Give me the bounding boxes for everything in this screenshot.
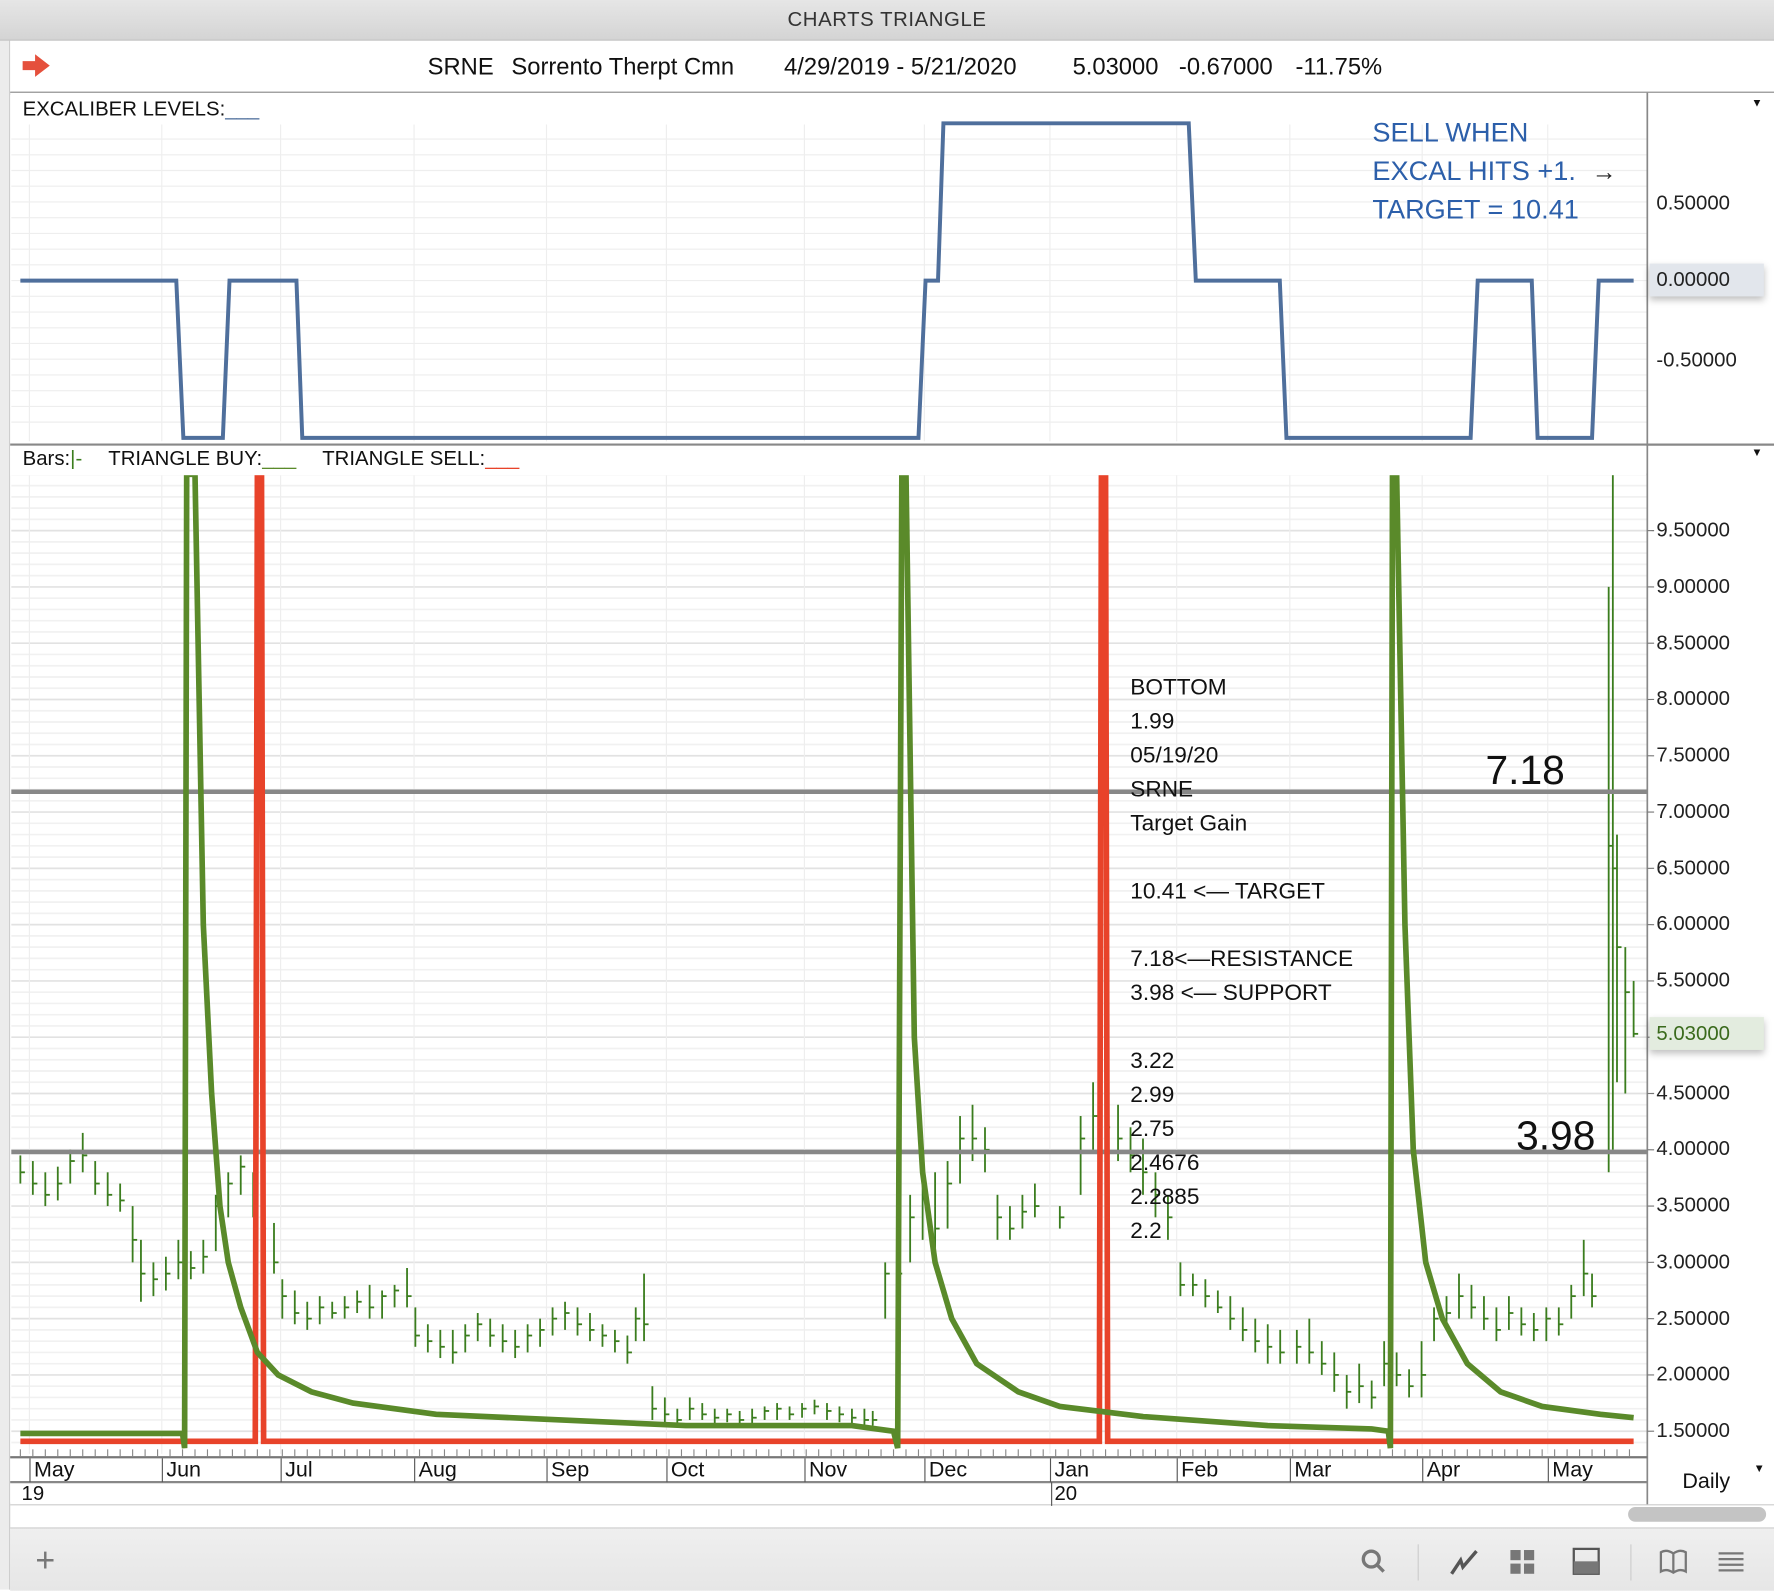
- bottom-toolbar: +: [10, 1527, 1774, 1591]
- price-tick-label: 7.50000: [1656, 743, 1730, 766]
- toolbar-divider: [1417, 1544, 1419, 1581]
- panel-menu-caret-icon[interactable]: ▼: [1751, 97, 1762, 109]
- price-tick-label: 6.50000: [1656, 855, 1730, 879]
- price-tick-label: 2.00000: [1656, 1362, 1730, 1386]
- price-tick-label: 3.00000: [1656, 1249, 1730, 1273]
- interval-select[interactable]: Daily: [1682, 1470, 1730, 1495]
- price-tick-label: 6.00000: [1656, 912, 1730, 935]
- excaliber-legend-label: EXCALIBER LEVELS:: [22, 97, 226, 120]
- arrow-right-icon: →: [1591, 157, 1617, 186]
- axis-label-0.5: 0.50000: [1656, 191, 1730, 214]
- price-tick-label: 1.50000: [1656, 1418, 1730, 1442]
- month-label: May: [1547, 1458, 1593, 1483]
- bars-legend-label: Bars:: [22, 446, 71, 470]
- buy-legend-swatch: ___: [262, 446, 297, 470]
- search-icon[interactable]: [1359, 1547, 1388, 1576]
- current-excaliber-label: 0.00000: [1649, 263, 1764, 297]
- annotation-note: 1.99: [1130, 709, 1175, 735]
- month-label: Jul: [280, 1458, 313, 1483]
- charts-window: CHARTS TRIANGLE SRNE Sorrento Therpt Cmn…: [0, 0, 1774, 1591]
- toolbar-divider: [1630, 1544, 1632, 1581]
- excaliber-legend: EXCALIBER LEVELS:___: [23, 97, 260, 121]
- annotation-note: 2.2: [1130, 1218, 1162, 1244]
- layout-grid-icon[interactable]: [1508, 1547, 1537, 1576]
- axis-label-neg-0.5: -0.50000: [1656, 348, 1737, 372]
- book-icon[interactable]: [1659, 1547, 1688, 1576]
- price-tick-label: 9.50000: [1656, 518, 1730, 541]
- annotation-note: 3.22: [1130, 1048, 1175, 1074]
- chart-background: [10, 92, 1774, 1503]
- month-label: Jan: [1049, 1458, 1089, 1483]
- resistance-label: 7.18: [1485, 746, 1565, 794]
- panel-menu-caret-icon[interactable]: ▼: [1751, 447, 1762, 459]
- sell-legend-swatch: ___: [485, 446, 520, 470]
- annotation-note: 2.75: [1130, 1116, 1175, 1142]
- add-icon[interactable]: +: [31, 1544, 60, 1578]
- sell-note-3: TARGET = 10.41: [1372, 194, 1579, 226]
- month-label: Dec: [924, 1458, 967, 1483]
- annotation-note: 7.18<—RESISTANCE: [1130, 946, 1354, 972]
- month-label: Feb: [1176, 1458, 1218, 1483]
- month-label: Aug: [414, 1458, 457, 1483]
- price-tick-label: 8.50000: [1656, 630, 1730, 654]
- horizontal-scrollbar[interactable]: [1628, 1507, 1767, 1522]
- annotation-note: 05/19/20: [1130, 743, 1219, 769]
- annotation-note: SRNE: [1130, 777, 1194, 803]
- sell-note-2-text: EXCAL HITS +1.: [1372, 156, 1576, 187]
- price-tick-label: 3.50000: [1656, 1193, 1730, 1217]
- sell-note-2: EXCAL HITS +1. →: [1372, 156, 1616, 188]
- price-tick-label: 5.50000: [1656, 968, 1730, 992]
- annotation-note: Target Gain: [1130, 811, 1248, 837]
- price-tick-label: 8.00000: [1656, 687, 1730, 710]
- month-label: Apr: [1422, 1458, 1460, 1483]
- price-tick-label: 4.50000: [1656, 1081, 1730, 1104]
- month-label: Jun: [161, 1458, 201, 1483]
- buy-legend-label: TRIANGLE BUY:: [108, 446, 263, 470]
- price-tick-label: 7.00000: [1656, 799, 1730, 823]
- annotation-note: BOTTOM: [1130, 675, 1227, 701]
- price-legend: Bars:|- TRIANGLE BUY:___ TRIANGLE SELL:_…: [23, 447, 520, 471]
- annotation-note: 3.98 <— SUPPORT: [1130, 980, 1332, 1006]
- annotation-note: 2.99: [1130, 1082, 1175, 1108]
- excaliber-legend-swatch: ___: [225, 97, 260, 120]
- interval-caret-icon[interactable]: ▼: [1754, 1463, 1765, 1475]
- price-tick-label: 9.00000: [1656, 574, 1730, 598]
- sell-note-1: SELL WHEN: [1372, 117, 1529, 149]
- annotation-note: 2.4676: [1130, 1150, 1200, 1176]
- month-label: Nov: [804, 1458, 847, 1483]
- year-label-2019: 19: [21, 1482, 45, 1505]
- month-label: Oct: [666, 1458, 704, 1483]
- support-label: 3.98: [1516, 1112, 1596, 1159]
- bars-legend-swatch: |-: [70, 446, 83, 470]
- price-tick-label: 2.50000: [1656, 1306, 1730, 1329]
- annotation-note: 10.41 <— TARGET: [1130, 879, 1325, 904]
- chart-style-icon[interactable]: [1449, 1547, 1478, 1576]
- price-tick-label: 4.00000: [1656, 1137, 1730, 1160]
- panel-icon[interactable]: [1572, 1547, 1601, 1576]
- menu-icon[interactable]: [1716, 1547, 1745, 1576]
- month-label: Mar: [1289, 1458, 1331, 1483]
- sell-legend-label: TRIANGLE SELL:: [322, 446, 486, 470]
- year-label-2020: 20: [1051, 1482, 1077, 1506]
- month-label: May: [29, 1458, 75, 1483]
- current-price-label: 5.03000: [1649, 1017, 1764, 1050]
- month-label: Sep: [546, 1458, 589, 1483]
- chart-canvas[interactable]: [0, 0, 1774, 1590]
- annotation-note: 2.2885: [1130, 1184, 1200, 1210]
